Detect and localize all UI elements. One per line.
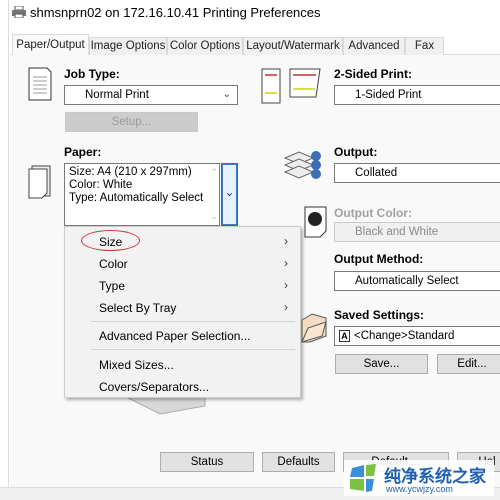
save-button[interactable]: Save... bbox=[335, 354, 428, 374]
output-method-label: Output Method: bbox=[334, 252, 424, 266]
menu-separator bbox=[91, 321, 295, 322]
paper-menu: Size › Color › Type › Select By Tray › Advan… bbox=[64, 226, 301, 398]
chevron-down-icon: ⌄ bbox=[224, 187, 235, 199]
two-sided-select[interactable]: 1-Sided Print bbox=[334, 85, 500, 105]
settings-badge-icon: A bbox=[339, 329, 350, 342]
output-color-icon bbox=[304, 206, 328, 242]
menu-item-type[interactable]: Type bbox=[99, 279, 125, 293]
paper-size-line: Size: A4 (210 x 297mm) bbox=[69, 166, 192, 178]
paper-type-line: Type: Automatically Select bbox=[69, 192, 204, 204]
folder-icon bbox=[300, 312, 328, 347]
menu-item-advanced-paper-selection[interactable]: Advanced Paper Selection... bbox=[99, 329, 250, 343]
menu-separator bbox=[91, 349, 295, 350]
paper-color-line: Color: White bbox=[69, 179, 133, 191]
tab-paper-output[interactable]: Paper/Output bbox=[12, 34, 89, 55]
edit-button[interactable]: Edit... bbox=[437, 354, 500, 374]
paper-label: Paper: bbox=[64, 145, 102, 159]
chevron-right-icon: › bbox=[284, 256, 288, 270]
job-type-label: Job Type: bbox=[64, 67, 120, 81]
tab-layout-watermark[interactable]: Layout/Watermark bbox=[243, 37, 343, 55]
two-sided-label: 2-Sided Print: bbox=[334, 67, 413, 81]
saved-settings-label: Saved Settings: bbox=[334, 308, 425, 322]
tab-image-options[interactable]: Image Options bbox=[89, 37, 167, 55]
printer-icon bbox=[12, 5, 26, 19]
job-type-icon bbox=[28, 67, 52, 104]
paper-dropdown-button[interactable]: ⌄ bbox=[221, 163, 238, 226]
chevron-right-icon: › bbox=[284, 278, 288, 292]
chevron-down-icon: ⌄ bbox=[222, 89, 231, 100]
scroll-up-icon[interactable]: ⌃ bbox=[210, 166, 218, 179]
watermark-logo: 纯净系统之家 www.ycwjzy.com bbox=[344, 460, 494, 496]
tab-color-options[interactable]: Color Options bbox=[167, 37, 243, 55]
menu-item-mixed-sizes[interactable]: Mixed Sizes... bbox=[99, 358, 174, 372]
tab-advanced[interactable]: Advanced bbox=[343, 37, 405, 55]
output-label: Output: bbox=[334, 145, 378, 159]
paper-icon bbox=[28, 165, 54, 204]
setup-button[interactable]: Setup... bbox=[65, 112, 198, 132]
scroll-down-icon[interactable]: ⌄ bbox=[210, 210, 218, 223]
output-color-label: Output Color: bbox=[334, 206, 412, 220]
paper-summary-box[interactable]: Size: A4 (210 x 297mm) Color: White Type… bbox=[64, 163, 220, 226]
job-type-select[interactable]: Normal Print ⌄ bbox=[64, 85, 238, 105]
two-sided-print-icon bbox=[260, 67, 322, 108]
chevron-right-icon: › bbox=[284, 234, 288, 248]
chevron-right-icon: › bbox=[284, 300, 288, 314]
saved-settings-select[interactable]: A <Change>Standard bbox=[334, 326, 500, 346]
output-method-select[interactable]: Automatically Select bbox=[334, 271, 500, 291]
menu-item-size[interactable]: Size bbox=[99, 235, 122, 249]
output-select[interactable]: Collated bbox=[334, 163, 500, 183]
tab-fax[interactable]: Fax bbox=[405, 37, 444, 55]
menu-item-covers-separators[interactable]: Covers/Separators... bbox=[99, 380, 209, 394]
job-type-value: Normal Print bbox=[85, 89, 149, 101]
window-edge bbox=[0, 0, 9, 500]
watermark-url: www.ycwjzy.com bbox=[386, 484, 453, 494]
window-title: shmsnprn02 on 172.16.10.41 Printing Pref… bbox=[30, 5, 321, 20]
defaults-button[interactable]: Defaults bbox=[262, 452, 335, 472]
saved-settings-value: <Change>Standard bbox=[354, 330, 455, 342]
menu-item-select-by-tray[interactable]: Select By Tray bbox=[99, 301, 176, 315]
status-button[interactable]: Status bbox=[160, 452, 254, 472]
output-color-select[interactable]: Black and White bbox=[334, 222, 500, 242]
collate-icon bbox=[283, 150, 323, 185]
menu-item-color[interactable]: Color bbox=[99, 257, 128, 271]
